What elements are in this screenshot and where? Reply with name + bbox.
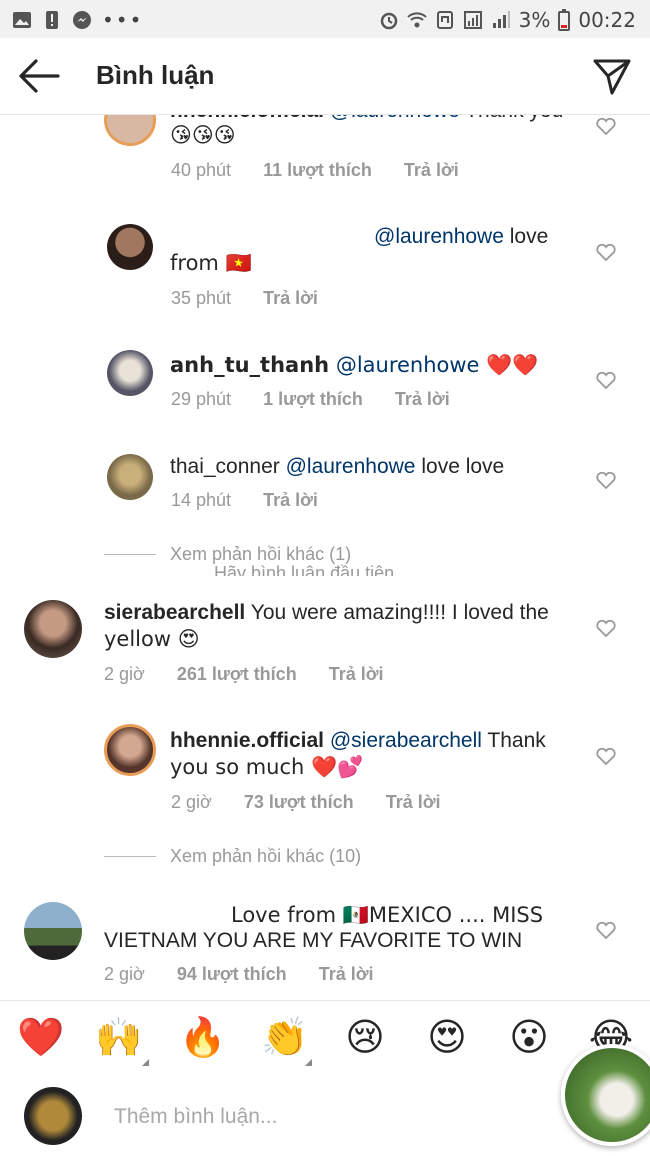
comment-text: You were amazing!!!! I loved the — [250, 601, 549, 624]
comments-list: hhennie.official @laurenhowe Thank you 😘… — [0, 114, 650, 1000]
comment-item: thai_conner @laurenhowe love love 14 phú… — [0, 446, 650, 526]
comment-username[interactable]: sierabearchell — [104, 601, 245, 624]
comment-item: anh_tu_thanh @laurenhowe ❤️❤️ 29 phút 1 … — [0, 344, 650, 424]
send-direct-icon[interactable] — [592, 56, 632, 96]
divider — [104, 856, 156, 857]
avatar[interactable] — [107, 224, 153, 270]
comment-time: 2 giờ — [104, 964, 145, 984]
avatar[interactable] — [104, 724, 156, 776]
comment-username[interactable]: hhennie.official — [170, 114, 324, 122]
alarm-icon — [380, 12, 397, 30]
reply-button[interactable]: Trả lời — [319, 964, 374, 985]
comment-time: 2 giờ — [171, 792, 212, 812]
comment-item: @laurenhowe love from 🇻🇳 35 phút Trả lời — [0, 218, 650, 318]
reply-button[interactable]: Trả lời — [395, 389, 450, 410]
comment-likes[interactable]: 11 lượt thích — [263, 160, 372, 181]
reply-button[interactable]: Trả lời — [404, 160, 459, 181]
comment-likes[interactable]: 261 lượt thích — [177, 664, 297, 685]
reaction-crying[interactable]: 😢 — [340, 1015, 390, 1059]
comment-item: hhennie.official @laurenhowe Thank you 😘… — [0, 114, 650, 204]
comment-time: 40 phút — [171, 160, 232, 180]
like-heart-icon[interactable] — [595, 746, 617, 766]
comment-time: 29 phút — [171, 389, 232, 409]
comment-input[interactable]: Thêm bình luận... — [114, 1105, 277, 1129]
comment-text: ❤️❤️ — [486, 353, 539, 377]
more-notifications-icon: ••• — [102, 8, 144, 32]
comment-text-line2: VIETNAM YOU ARE MY FAVORITE TO WIN — [104, 929, 523, 952]
avatar[interactable] — [24, 902, 82, 960]
avatar[interactable] — [107, 350, 153, 396]
comment-likes[interactable]: 1 lượt thích — [263, 389, 363, 410]
comment-username[interactable]: anh_tu_thanh — [170, 353, 329, 377]
reaction-raised-hands[interactable]: 🙌 — [94, 1015, 144, 1059]
comment-mention[interactable]: @laurenhowe — [330, 114, 460, 122]
like-heart-icon[interactable] — [595, 116, 617, 136]
comment-composer: Thêm bình luận... — [0, 1079, 650, 1156]
view-more-label[interactable]: Xem phản hồi khác (10) — [170, 846, 361, 867]
comment-text-line2: you so much ❤️💕 — [170, 755, 364, 779]
like-heart-icon[interactable] — [595, 920, 617, 940]
messenger-icon — [73, 11, 91, 29]
battery-percent: 3% — [518, 8, 551, 32]
like-heart-icon[interactable] — [595, 470, 617, 490]
signal-icon — [463, 11, 482, 29]
comment-time: 35 phút — [171, 288, 232, 308]
comment-mention[interactable]: @sierabearchell — [330, 729, 482, 752]
like-heart-icon[interactable] — [595, 242, 617, 262]
comment-item: sierabearchell You were amazing!!!! I lo… — [0, 598, 650, 698]
like-heart-icon[interactable] — [595, 618, 617, 638]
comment-username[interactable]: hhennie.official — [170, 729, 324, 752]
header: Bình luận — [0, 38, 650, 115]
clock: 00:22 — [578, 8, 636, 32]
comment-text: love love — [421, 455, 505, 478]
divider — [104, 554, 156, 555]
reaction-clapping[interactable]: 👏 — [260, 1015, 310, 1059]
comment-item: Love from 🇲🇽MEXICO .... MISS VIETNAM YOU… — [0, 900, 650, 1000]
avatar[interactable] — [107, 454, 153, 500]
reaction-heart-eyes[interactable]: 😍 — [422, 1015, 472, 1059]
reply-button[interactable]: Trả lời — [263, 490, 318, 511]
avatar[interactable] — [104, 114, 156, 146]
reaction-surprised[interactable]: 😮 — [504, 1015, 554, 1059]
signal-strength-icon — [492, 11, 510, 28]
battery-icon — [558, 9, 571, 31]
comment-likes[interactable]: 94 lượt thích — [177, 964, 287, 985]
page-title: Bình luận — [96, 60, 215, 90]
reply-button[interactable]: Trả lời — [263, 288, 318, 309]
comment-emojis: 😘😘😘 — [170, 123, 236, 147]
comment-text: Thank you — [465, 114, 563, 122]
wifi-icon — [406, 12, 427, 28]
comment-time: 14 phút — [171, 490, 232, 510]
skin-tone-indicator — [305, 1059, 312, 1066]
comment-item: hhennie.official @sierabearchell Thank y… — [0, 724, 650, 824]
comment-text: Love from 🇲🇽MEXICO .... MISS — [231, 903, 544, 927]
comment-time: 2 giờ — [104, 664, 145, 684]
comment-text-line2: yellow 😍 — [104, 627, 200, 651]
comment-mention[interactable]: @laurenhowe — [336, 353, 480, 377]
own-avatar — [24, 1087, 82, 1145]
comment-text: Thank — [487, 729, 546, 752]
skin-tone-indicator — [142, 1059, 149, 1066]
quick-reactions-bar: ❤️ 🙌 🔥 👏 😢 😍 😮 😂 — [0, 1000, 650, 1080]
back-arrow-icon[interactable] — [18, 56, 60, 96]
comment-text: love — [509, 225, 549, 248]
comment-mention[interactable]: @laurenhowe — [374, 225, 504, 248]
reaction-fire[interactable]: 🔥 — [178, 1015, 228, 1059]
comment-likes[interactable]: 73 lượt thích — [244, 792, 354, 813]
alert-notification-icon — [46, 11, 58, 29]
reaction-heart[interactable]: ❤️ — [16, 1015, 66, 1059]
nfc-icon — [436, 11, 453, 29]
view-more-replies[interactable]: Xem phản hồi khác (10) — [104, 846, 361, 867]
image-notification-icon — [13, 12, 31, 28]
comment-username[interactable]: thai_conner — [170, 455, 280, 478]
reply-button[interactable]: Trả lời — [329, 664, 384, 685]
comment-text-line2: from 🇻🇳 — [170, 251, 252, 275]
avatar[interactable] — [24, 600, 82, 658]
status-bar: ••• 3% 00:22 — [0, 0, 650, 38]
empty-comments-hint: Hãy bình luận đầu tiên — [214, 563, 395, 576]
reply-button[interactable]: Trả lời — [386, 792, 441, 813]
comment-mention[interactable]: @laurenhowe — [286, 455, 416, 478]
like-heart-icon[interactable] — [595, 370, 617, 390]
